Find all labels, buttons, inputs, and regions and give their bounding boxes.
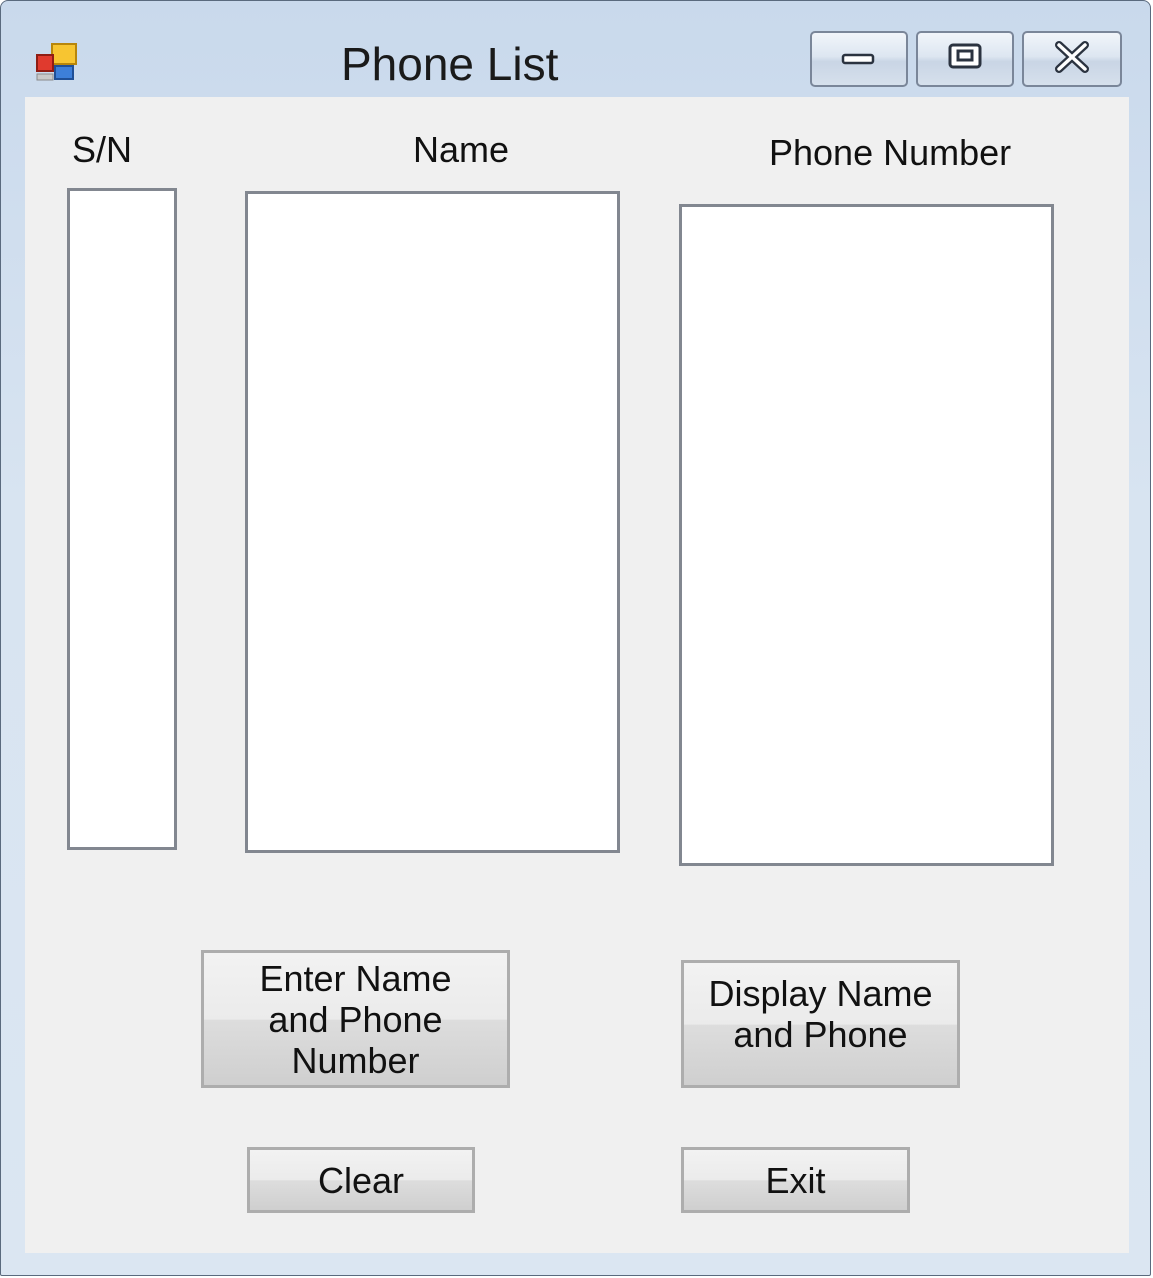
sn-listbox[interactable] <box>67 188 177 850</box>
maximize-icon <box>945 41 985 78</box>
phone-number-label: Phone Number <box>769 132 1012 173</box>
enter-name-and-phone-button[interactable]: Enter Name and Phone Number <box>201 950 510 1088</box>
phone-list-window: Phone List S/N Name Phone Number Enter N… <box>0 0 1151 1276</box>
close-icon <box>1052 40 1092 78</box>
name-label: Name <box>413 129 510 170</box>
clear-button-label: Clear <box>317 1159 405 1201</box>
name-listbox[interactable] <box>245 191 620 853</box>
enter-button-label: Enter Name and Phone Number <box>259 957 452 1081</box>
maximize-button[interactable] <box>916 31 1014 87</box>
clear-button[interactable]: Clear <box>247 1147 475 1213</box>
minimize-icon <box>839 47 879 72</box>
title-bar[interactable]: Phone List <box>1 1 1150 97</box>
exit-button-label: Exit <box>765 1159 826 1201</box>
window-title: Phone List <box>341 38 559 90</box>
minimize-button[interactable] <box>810 31 908 87</box>
exit-button[interactable]: Exit <box>681 1147 910 1213</box>
app-form-icon[interactable] <box>35 41 79 83</box>
sn-label: S/N <box>72 129 133 170</box>
display-button-label: Display Name and Phone <box>708 973 933 1055</box>
close-button[interactable] <box>1022 31 1122 87</box>
display-name-and-phone-button[interactable]: Display Name and Phone <box>681 960 960 1088</box>
form-client-area: S/N Name Phone Number Enter Name and Pho… <box>25 97 1129 1253</box>
phone-number-listbox[interactable] <box>679 204 1054 866</box>
